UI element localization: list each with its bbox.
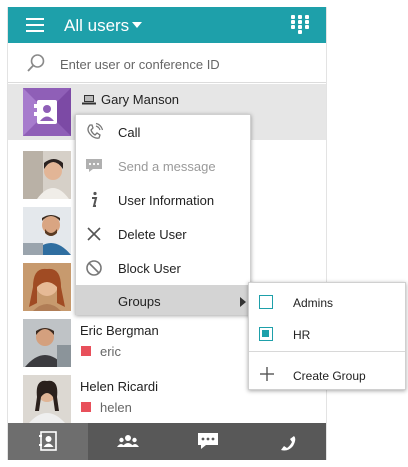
status-badge (81, 402, 91, 412)
people-icon (117, 435, 139, 447)
tab-calls[interactable] (248, 423, 326, 460)
contacts-icon (39, 431, 57, 451)
info-icon (92, 191, 98, 207)
group-item-admins[interactable]: Admins (249, 285, 405, 317)
menu-item-delete-user[interactable]: Delete User (76, 217, 250, 251)
context-menu: Call Send a message User Information Del… (75, 114, 251, 315)
contact-name: Eric Bergman (80, 323, 159, 338)
submenu-arrow-icon (240, 297, 246, 307)
avatar (23, 263, 71, 311)
search-icon (27, 54, 45, 72)
chat-icon (198, 433, 218, 449)
search-input[interactable] (58, 53, 312, 75)
message-icon (86, 159, 102, 172)
search-bar (8, 43, 326, 83)
contact-id: helen (100, 400, 132, 415)
create-group-button[interactable]: Create Group (249, 358, 405, 390)
avatar (23, 151, 71, 199)
dialpad-icon[interactable] (291, 15, 309, 35)
call-icon (87, 122, 104, 139)
avatar (23, 319, 71, 367)
status-badge (81, 346, 91, 356)
close-icon (87, 227, 101, 241)
group-item-hr[interactable]: HR (249, 317, 405, 349)
tab-contacts[interactable] (8, 423, 88, 460)
avatar (23, 207, 71, 255)
group-checkbox[interactable] (259, 295, 273, 309)
block-icon (86, 260, 102, 276)
contact-name: Helen Ricardi (80, 379, 159, 394)
menu-item-groups[interactable]: Groups (76, 285, 250, 315)
laptop-icon (82, 95, 96, 105)
header-bar: All users (8, 7, 326, 43)
menu-item-send-message[interactable]: Send a message (76, 149, 250, 183)
avatar (23, 88, 71, 136)
hamburger-icon[interactable] (26, 18, 44, 32)
caret-down-icon[interactable] (132, 22, 142, 28)
bottom-nav (8, 423, 326, 460)
contact-id: eric (100, 344, 121, 359)
groups-submenu: Admins HR Create Group (248, 282, 406, 390)
contact-name: Gary Manson (101, 92, 180, 107)
menu-item-block-user[interactable]: Block User (76, 251, 250, 285)
group-checkbox[interactable] (259, 327, 273, 341)
user-filter-title[interactable]: All users (64, 16, 129, 36)
phone-icon (281, 436, 296, 451)
tab-groups[interactable] (88, 423, 168, 460)
tab-chat[interactable] (168, 423, 248, 460)
divider (249, 351, 405, 352)
avatar (23, 375, 71, 423)
menu-item-call[interactable]: Call (76, 115, 250, 149)
plus-icon (260, 367, 274, 381)
menu-item-user-information[interactable]: User Information (76, 183, 250, 217)
